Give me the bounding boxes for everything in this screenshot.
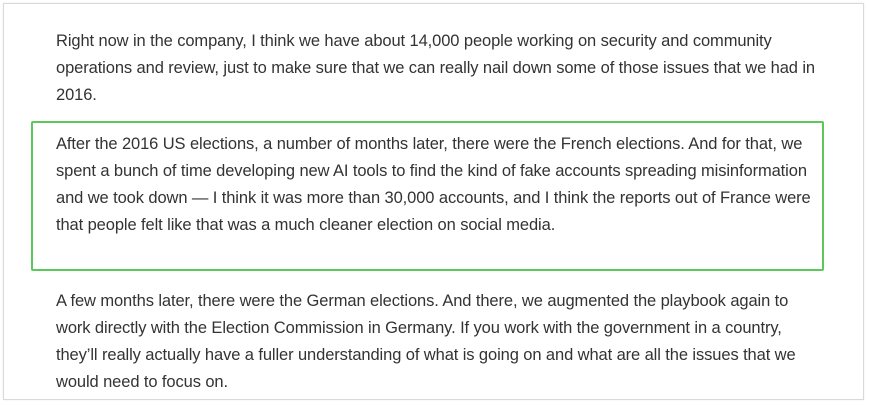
paragraph-1: Right now in the company, I think we hav… [56, 32, 816, 104]
paragraph-2-highlighted: After the 2016 US elections, a number of… [56, 135, 811, 234]
paragraph-3: A few months later, there were the Germa… [56, 292, 796, 391]
article-frame: Right now in the company, I think we hav… [3, 3, 864, 400]
